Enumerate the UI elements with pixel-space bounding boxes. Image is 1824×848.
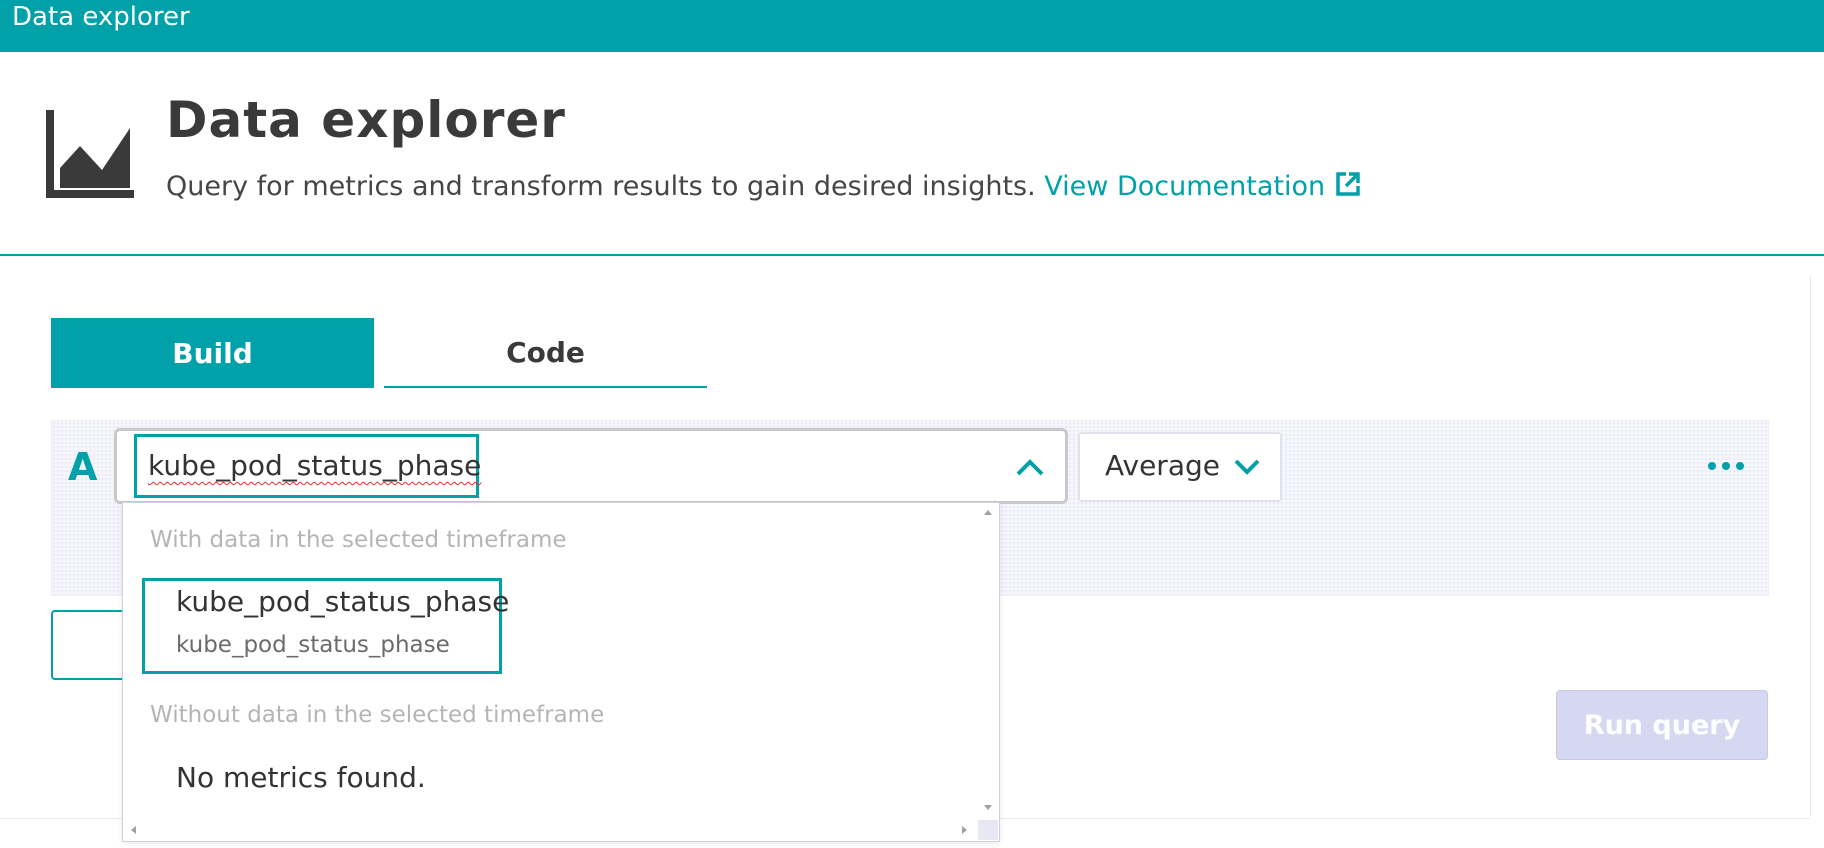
chevron-up-icon[interactable] bbox=[1014, 452, 1046, 480]
suggestion-title[interactable]: kube_pod_status_phase bbox=[176, 584, 509, 620]
metric-search-input[interactable]: kube_pod_status_phase bbox=[148, 446, 481, 486]
description-text: Query for metrics and transform results … bbox=[166, 171, 1036, 202]
query-letter: A bbox=[68, 445, 98, 489]
tab-build-label: Build bbox=[172, 336, 253, 370]
tab-code-label: Code bbox=[506, 335, 585, 369]
scroll-up-arrow-icon[interactable] bbox=[982, 506, 994, 518]
page-title: Data explorer bbox=[166, 91, 566, 149]
no-metrics-message: No metrics found. bbox=[176, 761, 426, 794]
group-with-data-label: With data in the selected timeframe bbox=[150, 527, 567, 553]
scroll-right-arrow-icon[interactable] bbox=[958, 824, 970, 836]
doc-link-label[interactable]: View Documentation bbox=[1044, 171, 1325, 202]
external-link-icon bbox=[1336, 172, 1360, 196]
add-query-button[interactable] bbox=[51, 610, 131, 680]
chevron-down-icon[interactable] bbox=[1232, 454, 1262, 480]
run-query-label: Run query bbox=[1583, 709, 1741, 741]
aggregation-value[interactable]: Average bbox=[1105, 446, 1220, 486]
content-right-border bbox=[1810, 276, 1811, 816]
tab-build[interactable]: Build bbox=[51, 318, 374, 388]
group-without-data-label: Without data in the selected timeframe bbox=[150, 702, 605, 728]
scroll-left-arrow-icon[interactable] bbox=[128, 824, 140, 836]
scroll-down-arrow-icon[interactable] bbox=[982, 802, 994, 814]
page-description: Query for metrics and transform results … bbox=[166, 168, 1361, 206]
top-bar: Data explorer bbox=[0, 0, 1824, 52]
dropdown-scrollbar[interactable] bbox=[978, 504, 998, 840]
window-title: Data explorer bbox=[12, 2, 190, 32]
more-horizontal-icon[interactable] bbox=[1706, 460, 1746, 472]
scrollbar-corner bbox=[978, 820, 998, 840]
area-chart-icon bbox=[46, 110, 134, 198]
header-divider bbox=[0, 254, 1824, 256]
suggestion-subtitle[interactable]: kube_pod_status_phase bbox=[176, 630, 450, 660]
view-documentation-link[interactable]: View Documentation bbox=[1044, 171, 1361, 202]
tab-code[interactable]: Code bbox=[384, 318, 707, 388]
run-query-button[interactable]: Run query bbox=[1556, 690, 1768, 760]
